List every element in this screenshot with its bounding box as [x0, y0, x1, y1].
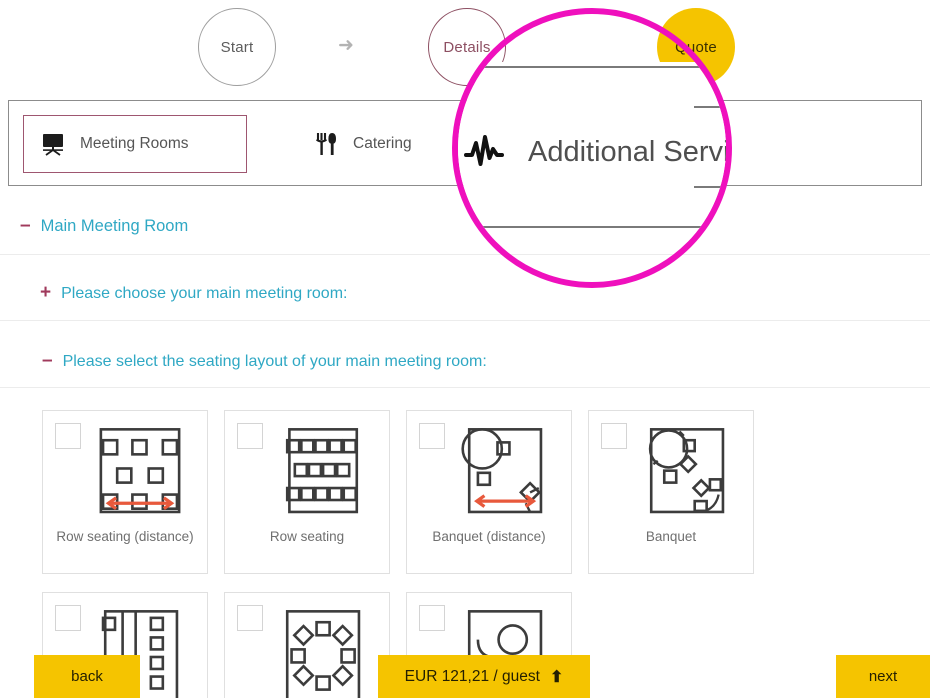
magnifier-rule-left-stub — [458, 106, 464, 108]
seating-card[interactable]: Row seating (distance) — [42, 410, 208, 574]
back-button-label: back — [71, 668, 103, 685]
magnifier-content: Additional Services — [458, 14, 726, 282]
tab-meeting-rooms-label: Meeting Rooms — [80, 135, 189, 152]
seating-card-checkbox[interactable] — [237, 605, 263, 631]
section-seating-layout[interactable]: – Please select the seating layout of yo… — [0, 321, 930, 387]
cutlery-icon — [313, 131, 339, 157]
step-start-label: Start — [220, 38, 254, 56]
next-button-label: next — [868, 668, 898, 685]
tab-meeting-rooms[interactable]: Meeting Rooms — [23, 115, 247, 173]
step-arrow-icon: ➜ — [338, 35, 354, 56]
price-expand-arrow-icon: ⬆ — [549, 668, 564, 686]
tab-catering-label: Catering — [353, 135, 412, 152]
row-seating-icon — [267, 425, 377, 525]
section-toggle-icon[interactable]: – — [20, 216, 31, 235]
seating-card[interactable]: Row seating — [224, 410, 390, 574]
seating-card-label: Banquet — [645, 529, 697, 544]
seating-card-checkbox[interactable] — [55, 423, 81, 449]
seating-card-checkbox[interactable] — [419, 423, 445, 449]
back-button[interactable]: back — [34, 655, 140, 698]
section-seating-layout-label: Please select the seating layout of your… — [62, 353, 487, 370]
magnified-tab-label: Additional Services — [528, 135, 730, 168]
banquet-icon — [631, 425, 741, 525]
seating-card-label: Row seating — [269, 529, 345, 544]
tab-catering[interactable]: Catering — [297, 115, 428, 173]
booking-configurator-page: Start ➜ Details Quote Meeting Rooms Cate… — [0, 0, 930, 698]
magnifier-rule-right-stub-2 — [694, 186, 726, 188]
magnifier-rule-right-stub — [694, 106, 726, 108]
magnifier-annotation-circle: Additional Services — [452, 8, 732, 288]
seating-card[interactable] — [224, 592, 390, 698]
section-main-meeting-room-label: Main Meeting Room — [40, 217, 189, 235]
next-button[interactable]: next — [836, 655, 930, 698]
divider — [0, 387, 930, 388]
projector-screen-icon — [40, 131, 66, 157]
seating-card-checkbox[interactable] — [419, 605, 445, 631]
pulse-icon — [464, 132, 504, 172]
banquet-distance-icon — [449, 425, 559, 525]
seating-card-checkbox[interactable] — [237, 423, 263, 449]
magnifier-rule-bottom — [458, 226, 726, 228]
seating-card-checkbox[interactable] — [601, 423, 627, 449]
seating-card[interactable]: Banquet (distance) — [406, 410, 572, 574]
seating-card[interactable]: Banquet — [588, 410, 754, 574]
seating-card-label: Row seating (distance) — [56, 529, 194, 544]
seating-card-label: Banquet (distance) — [432, 529, 546, 544]
round-table-icon — [267, 607, 377, 698]
row-seating-distance-icon — [85, 425, 195, 525]
section-choose-room-label: Please choose your main meeting room: — [61, 285, 348, 302]
magnifier-rule-top — [458, 66, 726, 68]
magnified-tab-additional-services[interactable]: Additional Services — [464, 132, 730, 172]
section-expand-icon[interactable]: + — [40, 283, 51, 302]
seating-card-checkbox[interactable] — [55, 605, 81, 631]
price-summary-button[interactable]: EUR 121,21 / guest ⬆ — [378, 655, 590, 698]
step-start[interactable]: Start — [198, 8, 276, 86]
price-summary-label: EUR 121,21 / guest — [404, 667, 540, 685]
section-collapse-icon[interactable]: – — [42, 351, 53, 370]
